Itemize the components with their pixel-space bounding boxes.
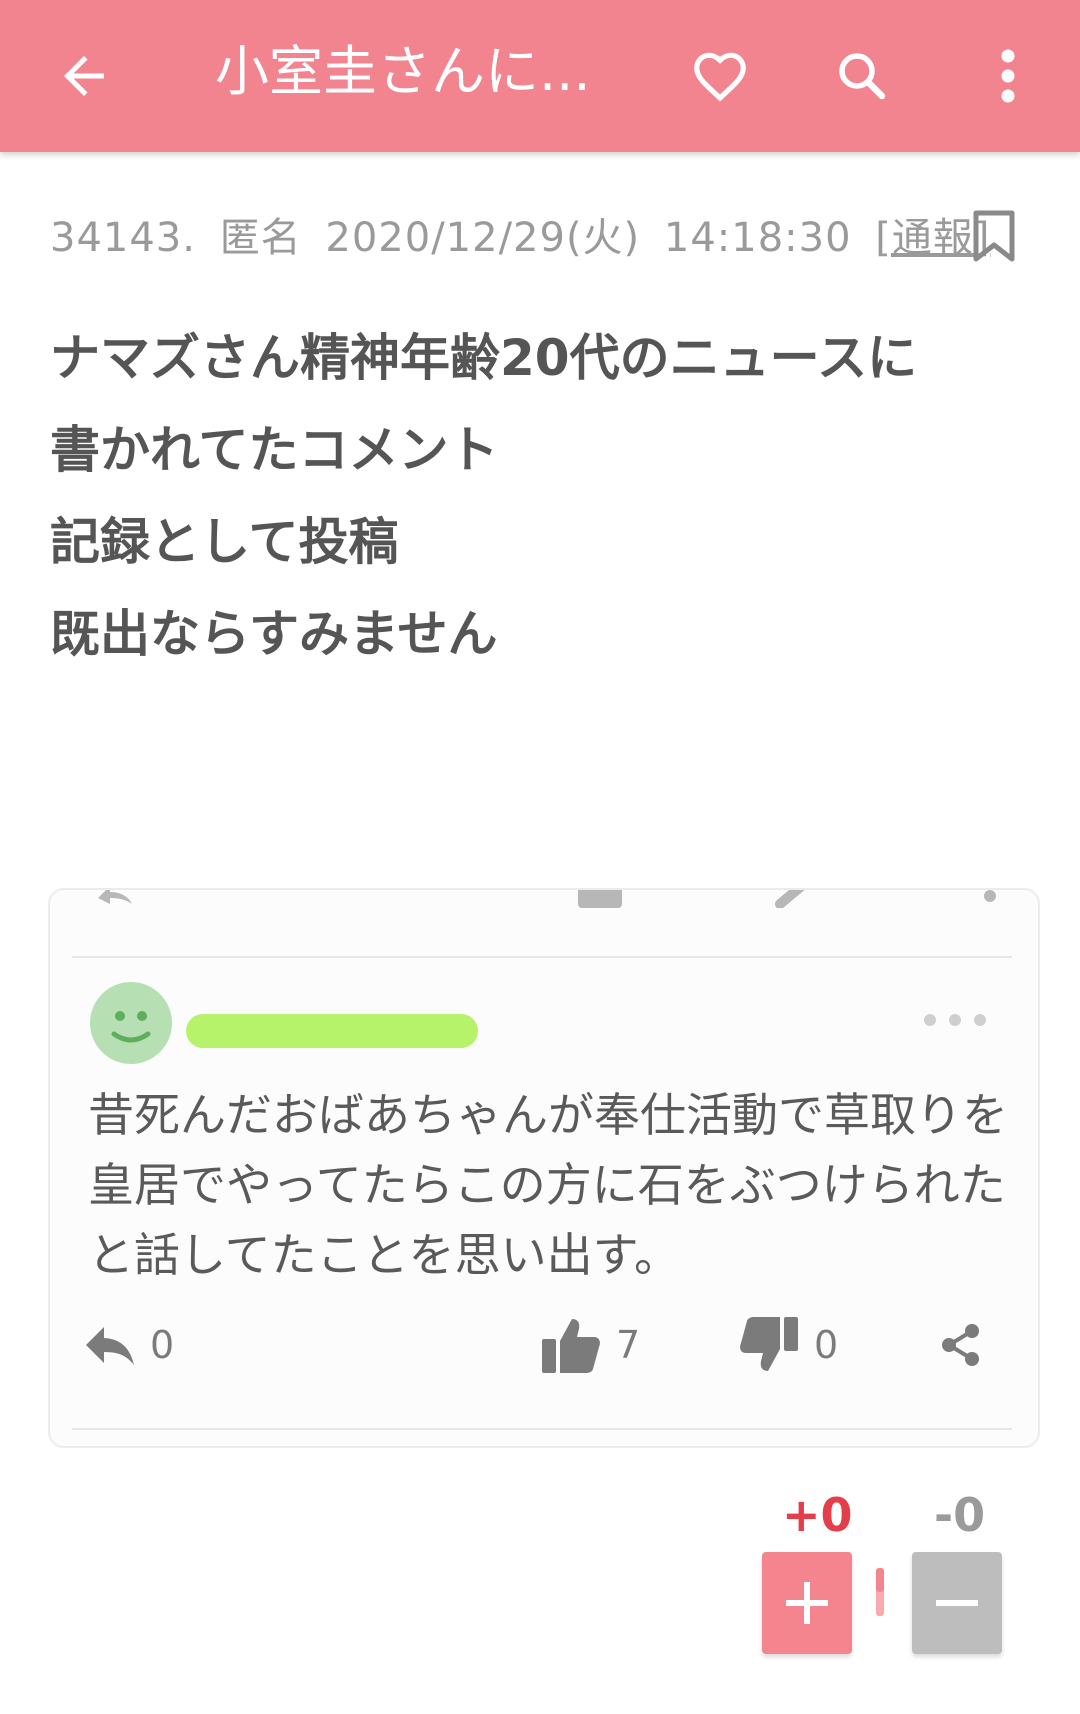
more-options-icon (924, 1014, 986, 1026)
plus-score: +0 (782, 1488, 853, 1542)
bookmark-icon[interactable] (972, 210, 1022, 266)
divider (72, 956, 1012, 958)
embedded-comment-image: 昔死んだおばあちゃんが奉仕活動で草取りを皇居でやってたらこの方に石をぶつけられた… (48, 888, 1040, 1448)
post-date: 2020/12/29(火) (325, 215, 641, 261)
plus-icon (786, 1582, 828, 1624)
minus-score: -0 (934, 1488, 986, 1542)
avatar (90, 982, 172, 1064)
post-author: 匿名 (219, 215, 302, 261)
vote-ratio-fill (876, 1568, 884, 1592)
dislike-action: 0 (738, 1310, 838, 1380)
app-bar: 小室圭さんに... (0, 0, 1080, 152)
overflow-menu-icon[interactable] (968, 36, 1048, 116)
back-arrow-icon[interactable] (44, 36, 124, 116)
post-number: 34143. (50, 215, 196, 261)
post-body-line: 記録として投稿 (50, 513, 399, 571)
page-title: 小室圭さんに... (215, 40, 591, 103)
comment-text: 昔死んだおばあちゃんが奉仕活動で草取りを皇居でやってたらこの方に石をぶつけられた… (88, 1088, 1008, 1282)
cropped-action-row (98, 890, 996, 908)
post-body: ナマズさん精神年齢20代のニュースに 書かれてたコメント 記録として投稿 既出な… (50, 312, 1040, 680)
post-meta: 34143. 匿名 2020/12/29(火) 14:18:30 [通報] (50, 205, 1000, 261)
post-body-line: ナマズさん精神年齢20代のニュースに (50, 329, 918, 387)
post-time: 14:18:30 (663, 215, 852, 261)
thumbs-up-icon (542, 1319, 600, 1373)
redacted-username (186, 1014, 478, 1048)
divider (72, 1428, 1012, 1430)
post-body-line: 書かれてたコメント (50, 421, 499, 479)
heart-icon[interactable] (680, 36, 760, 116)
like-action: 7 (540, 1310, 640, 1380)
share-icon (942, 1324, 979, 1366)
vote-ratio-bar (876, 1568, 884, 1616)
reply-action: 0 (84, 1310, 174, 1380)
minus-vote-button[interactable] (912, 1552, 1002, 1654)
reply-count: 0 (150, 1323, 175, 1367)
like-count: 7 (616, 1323, 641, 1367)
plus-vote-button[interactable] (762, 1552, 852, 1654)
post-body-line: 既出ならすみません (50, 605, 498, 663)
dislike-count: 0 (814, 1323, 839, 1367)
reply-icon (86, 1327, 134, 1365)
minus-icon (936, 1600, 978, 1606)
comment-actions: 0 7 0 (50, 1310, 1038, 1380)
thumbs-down-icon (740, 1317, 798, 1371)
share-action (938, 1310, 984, 1380)
search-icon[interactable] (822, 36, 902, 116)
